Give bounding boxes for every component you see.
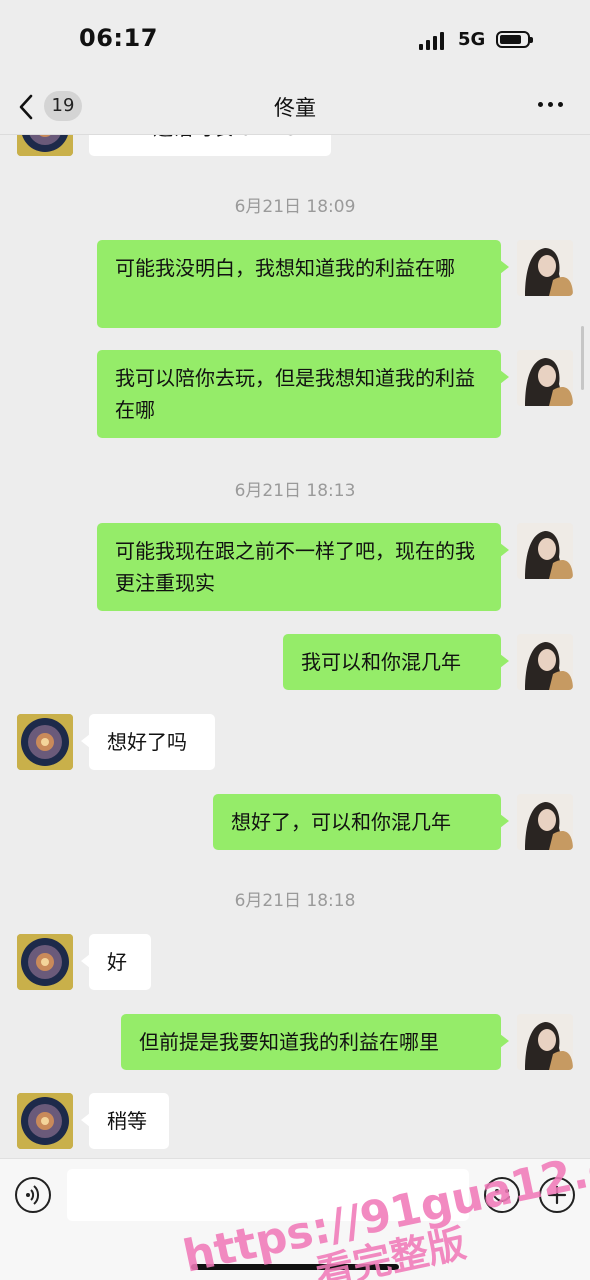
message-text: 想好了，可以和你混几年 (231, 810, 451, 834)
message-bubble-received[interactable]: 好 (81, 934, 151, 990)
message-input-bar (0, 1158, 590, 1280)
contact-avatar[interactable] (17, 714, 73, 770)
scrollbar[interactable] (581, 326, 584, 390)
message-timestamp: 6月21日 18:13 (234, 481, 356, 501)
message-timestamp: 6月21日 18:09 (234, 197, 356, 217)
message-bubble-sent[interactable]: 可能我现在跟之前不一样了吧，现在的我更注重现实 (97, 523, 509, 611)
message-text: 但前提是我要知道我的利益在哪里 (139, 1030, 439, 1054)
user-avatar[interactable] (517, 1014, 573, 1070)
message-text: 稍等 (107, 1109, 147, 1133)
contact-avatar[interactable] (17, 1093, 73, 1149)
contact-avatar[interactable] (17, 934, 73, 990)
message-text: 好 (107, 950, 127, 974)
message-list[interactable]: 通话时长 04:48 6月21日 18:09 可能我没明白，我想知道我的利益在哪… (0, 0, 590, 1160)
plus-icon (547, 1185, 567, 1205)
message-text: 可能我没明白，我想知道我的利益在哪 (115, 256, 455, 280)
message-bubble-sent[interactable]: 我可以和你混几年 (283, 634, 509, 690)
message-text: 我可以陪你去玩，但是我想知道我的利益在哪 (115, 366, 475, 422)
message-bubble-received[interactable]: 想好了吗 (81, 714, 215, 770)
message-text: 我可以和你混几年 (301, 650, 461, 674)
user-avatar[interactable] (517, 634, 573, 690)
message-bubble-sent[interactable]: 我可以陪你去玩，但是我想知道我的利益在哪 (97, 350, 509, 438)
chat-header: 19 佟童 (0, 80, 590, 135)
message-bubble-sent[interactable]: 但前提是我要知道我的利益在哪里 (121, 1014, 509, 1070)
home-indicator[interactable] (191, 1264, 399, 1270)
message-text: 可能我现在跟之前不一样了吧，现在的我更注重现实 (115, 539, 475, 595)
more-functions-button[interactable] (539, 1177, 575, 1213)
message-bubble-sent[interactable]: 可能我没明白，我想知道我的利益在哪 (97, 240, 509, 328)
user-avatar[interactable] (517, 794, 573, 850)
message-bubble-received[interactable]: 稍等 (81, 1093, 169, 1149)
emoji-button[interactable] (484, 1177, 520, 1213)
user-avatar[interactable] (517, 350, 573, 406)
user-avatar[interactable] (517, 523, 573, 579)
message-text: 想好了吗 (107, 730, 187, 754)
user-avatar[interactable] (517, 240, 573, 296)
more-options-button[interactable] (536, 92, 566, 116)
chat-title: 佟童 (274, 96, 316, 120)
voice-icon (26, 1185, 40, 1205)
message-input[interactable] (67, 1169, 469, 1221)
message-bubble-sent[interactable]: 想好了，可以和你混几年 (213, 794, 509, 850)
voice-input-button[interactable] (15, 1177, 51, 1213)
message-timestamp: 6月21日 18:18 (234, 891, 356, 911)
emoji-icon (494, 1189, 510, 1202)
